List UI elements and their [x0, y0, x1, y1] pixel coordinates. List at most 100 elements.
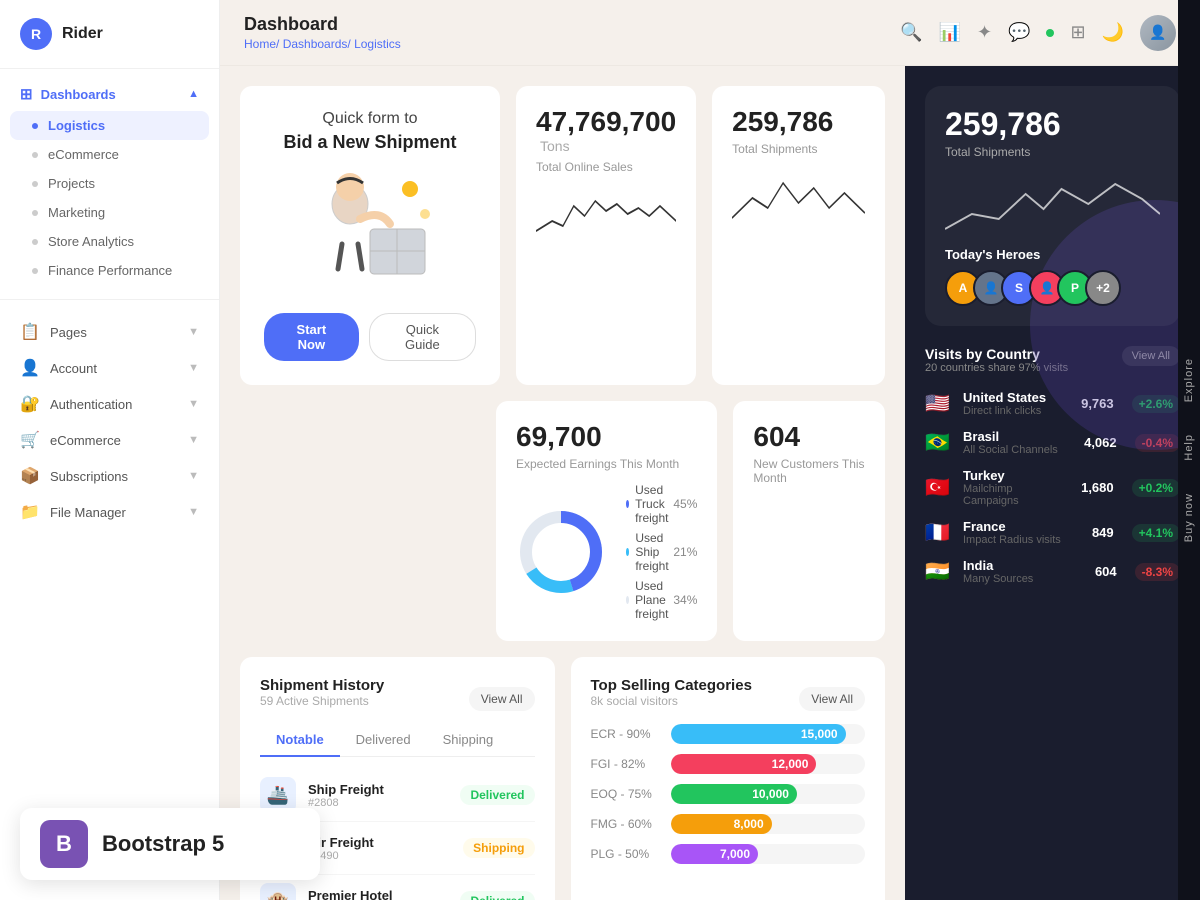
countries-list: 🇺🇸 United States Direct link clicks 9,76… — [925, 390, 1180, 585]
sidebar-item-projects[interactable]: Projects — [0, 169, 219, 198]
categories-view-all-button[interactable]: View All — [799, 687, 865, 711]
bar-value: 15,000 — [801, 727, 838, 741]
tab-delivered[interactable]: Delivered — [340, 724, 427, 757]
explore-label[interactable]: Explore — [1183, 342, 1195, 418]
legend-truck: Used Truck freight 45% — [626, 483, 697, 525]
shipment-title-text: Shipment History — [260, 677, 384, 694]
dot — [32, 152, 38, 158]
country-item: 🇮🇳 India Many Sources 604 -8.3% — [925, 558, 1180, 585]
user-avatar[interactable]: 👤 — [1140, 15, 1176, 51]
truck-label: Used Truck freight — [635, 483, 673, 525]
subscriptions-label: Subscriptions — [50, 469, 178, 484]
breadcrumb: Home/ Dashboards/ Logistics — [244, 37, 401, 51]
sidebar-item-logistics-label: Logistics — [48, 118, 105, 133]
buy-now-label[interactable]: Buy now — [1183, 477, 1195, 558]
total-shipments-number: 259,786 — [732, 106, 833, 137]
expected-earnings-card: 69,700 Expected Earnings This Month — [496, 401, 717, 641]
bootstrap-badge: B Bootstrap 5 — [20, 808, 320, 880]
country-value: 1,680 — [1081, 480, 1114, 495]
dashboards-section: ⊞ Dashboards ▲ Logistics eCommerce Proje… — [0, 69, 219, 293]
promo-card: Quick form to Bid a New Shipment — [240, 86, 500, 385]
hotel-status: Delivered — [460, 891, 534, 900]
sidebar-item-store-analytics[interactable]: Store Analytics — [0, 227, 219, 256]
new-customers-card: 604 New Customers This Month — [733, 401, 885, 641]
analytics-icon[interactable]: 📊 — [939, 22, 961, 43]
total-sales-number: 47,769,700 — [536, 106, 676, 137]
bar-track: 8,000 — [671, 814, 866, 834]
hero-section: 259,786 Total Shipments Today's Heroes — [905, 66, 1200, 346]
total-sales-unit: Tons — [540, 138, 570, 154]
help-label[interactable]: Help — [1183, 418, 1195, 477]
expected-earnings-label: Expected Earnings This Month — [516, 457, 697, 471]
ecommerce2-label: eCommerce — [50, 433, 178, 448]
shipment-view-all-button[interactable]: View All — [469, 687, 535, 711]
tab-notable[interactable]: Notable — [260, 724, 340, 757]
sidebar-item-account[interactable]: 👤 Account ▼ — [0, 350, 219, 386]
total-sales-card: 47,769,700 Tons Total Online Sales — [516, 86, 696, 385]
country-change: +0.2% — [1132, 479, 1180, 497]
breadcrumb-home[interactable]: Home/ — [244, 37, 279, 51]
ship-freight-name: Ship Freight — [308, 782, 448, 797]
auth-icon: 🔐 — [20, 394, 40, 414]
countries-view-all-button[interactable]: View All — [1122, 346, 1180, 366]
breadcrumb-dashboards[interactable]: Dashboards/ — [283, 37, 351, 51]
plane-label: Used Plane freight — [635, 579, 673, 621]
sidebar-item-marketing[interactable]: Marketing — [0, 198, 219, 227]
tab-shipping[interactable]: Shipping — [427, 724, 510, 757]
main-content: Dashboard Home/ Dashboards/ Logistics 🔍 … — [220, 0, 1200, 900]
chevron-down-icon: ▼ — [188, 434, 199, 446]
hero-stat-number: 259,786 — [945, 106, 1061, 143]
account-label: Account — [50, 361, 178, 376]
start-now-button[interactable]: Start Now — [264, 313, 359, 361]
ship-freight-status: Delivered — [460, 785, 534, 805]
truck-dot — [626, 500, 629, 508]
bar-fill: 12,000 — [671, 754, 817, 774]
country-item: 🇧🇷 Brasil All Social Channels 4,062 -0.4… — [925, 429, 1180, 456]
countries-sub: 20 countries share 97% visits — [925, 362, 1068, 374]
heroes-title: Today's Heroes — [945, 247, 1160, 262]
grid-icon[interactable]: ⊞ — [1070, 22, 1085, 43]
bottom-row: Shipment History 59 Active Shipments Vie… — [240, 657, 885, 900]
categories-title: Top Selling Categories — [591, 677, 752, 694]
dashboards-group[interactable]: ⊞ Dashboards ▲ — [0, 77, 219, 111]
quick-guide-button[interactable]: Quick Guide — [369, 313, 476, 361]
sidebar-item-subscriptions[interactable]: 📦 Subscriptions ▼ — [0, 458, 219, 494]
header-left: Dashboard Home/ Dashboards/ Logistics — [244, 14, 401, 51]
bar-label: ECR - 90% — [591, 727, 661, 741]
ship-pct: 21% — [673, 545, 697, 559]
sidebar-item-logistics[interactable]: Logistics — [10, 111, 209, 140]
pages-label: Pages — [50, 325, 178, 340]
chevron-down-icon: ▼ — [188, 506, 199, 518]
bar-fill: 7,000 — [671, 844, 759, 864]
country-sub-text: Impact Radius visits — [963, 534, 1082, 546]
bar-label: EOQ - 75% — [591, 787, 661, 801]
bar-item: FGI - 82% 12,000 — [591, 754, 866, 774]
sidebar-logo[interactable]: R Rider — [0, 0, 219, 69]
sidebar-item-finance-performance-label: Finance Performance — [48, 263, 172, 278]
logo-name: Rider — [62, 25, 103, 43]
bar-item: PLG - 50% 7,000 — [591, 844, 866, 864]
sidebar-item-ecommerce2[interactable]: 🛒 eCommerce ▼ — [0, 422, 219, 458]
shipment-tabs: Notable Delivered Shipping — [260, 724, 535, 757]
country-info: France Impact Radius visits — [963, 519, 1082, 546]
sidebar-item-file-manager[interactable]: 📁 File Manager ▼ — [0, 494, 219, 530]
sidebar-item-authentication[interactable]: 🔐 Authentication ▼ — [0, 386, 219, 422]
dark-mode-icon[interactable]: 🌙 — [1102, 22, 1124, 43]
sidebar-item-ecommerce[interactable]: eCommerce — [0, 140, 219, 169]
country-change: -0.4% — [1135, 434, 1180, 452]
country-value: 4,062 — [1084, 435, 1117, 450]
country-name: Turkey — [963, 468, 1071, 483]
messages-icon[interactable]: 💬 — [1008, 22, 1030, 43]
new-customers-label: New Customers This Month — [753, 457, 865, 485]
subscriptions-icon: 📦 — [20, 466, 40, 486]
sidebar-item-pages[interactable]: 📋 Pages ▼ — [0, 314, 219, 350]
breadcrumb-logistics[interactable]: Logistics — [354, 37, 401, 51]
settings-icon[interactable]: ✦ — [977, 22, 992, 43]
truck-pct: 45% — [673, 497, 697, 511]
search-icon[interactable]: 🔍 — [900, 22, 922, 43]
country-name: India — [963, 558, 1085, 573]
new-customers-number: 604 — [753, 421, 800, 452]
bar-fill: 10,000 — [671, 784, 797, 804]
bar-track: 12,000 — [671, 754, 866, 774]
sidebar-item-finance-performance[interactable]: Finance Performance — [0, 256, 219, 285]
